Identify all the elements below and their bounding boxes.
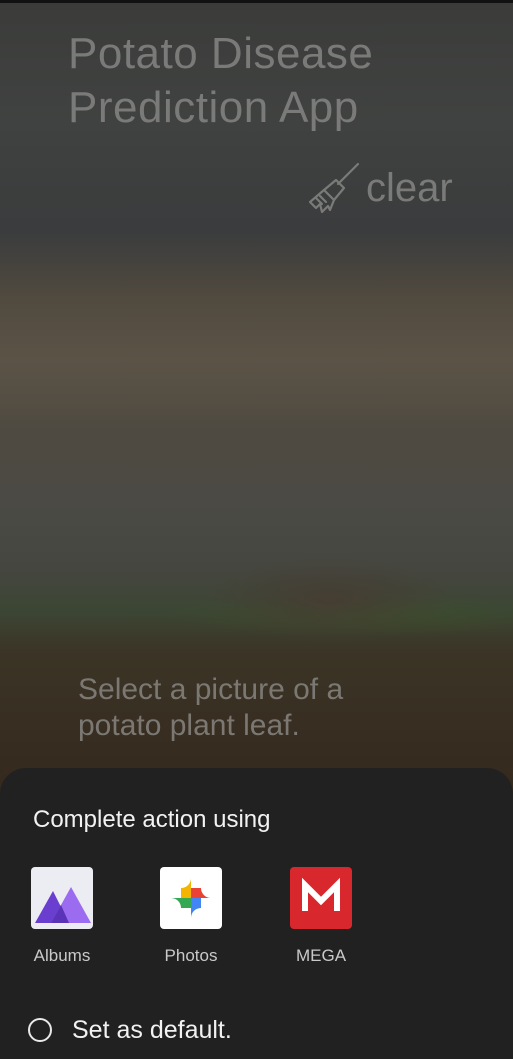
chooser-title: Complete action using [33, 806, 271, 833]
app-label: Photos [164, 946, 218, 965]
radio-button[interactable] [28, 1018, 52, 1042]
set-as-default-label: Set as default. [72, 1016, 232, 1044]
app-option-photos[interactable]: Photos [141, 867, 241, 966]
google-photos-icon [160, 867, 222, 929]
prompt-line-2: potato plant leaf. [78, 709, 300, 742]
app-option-albums[interactable]: Albums [12, 867, 112, 966]
select-picture-prompt: Select a picture of a potato plant leaf. [78, 672, 418, 744]
mega-icon [290, 867, 352, 929]
albums-icon [31, 867, 93, 929]
app-label: MEGA [295, 946, 347, 965]
set-as-default-option[interactable]: Set as default. [28, 1012, 232, 1048]
app-chooser-sheet: Complete action using Albums Photos MEGA… [0, 768, 513, 1059]
title-line-1: Potato Disease [68, 29, 374, 78]
broom-icon [308, 162, 360, 214]
prompt-line-1: Select a picture of a [78, 673, 344, 706]
clear-label: clear [366, 166, 453, 210]
clear-button[interactable]: clear [306, 160, 476, 216]
page-title: Potato Disease Prediction App [68, 27, 488, 135]
title-line-2: Prediction App [68, 83, 359, 132]
app-option-mega[interactable]: MEGA [271, 867, 371, 966]
status-bar-edge [0, 0, 513, 3]
app-label: Albums [33, 946, 91, 965]
